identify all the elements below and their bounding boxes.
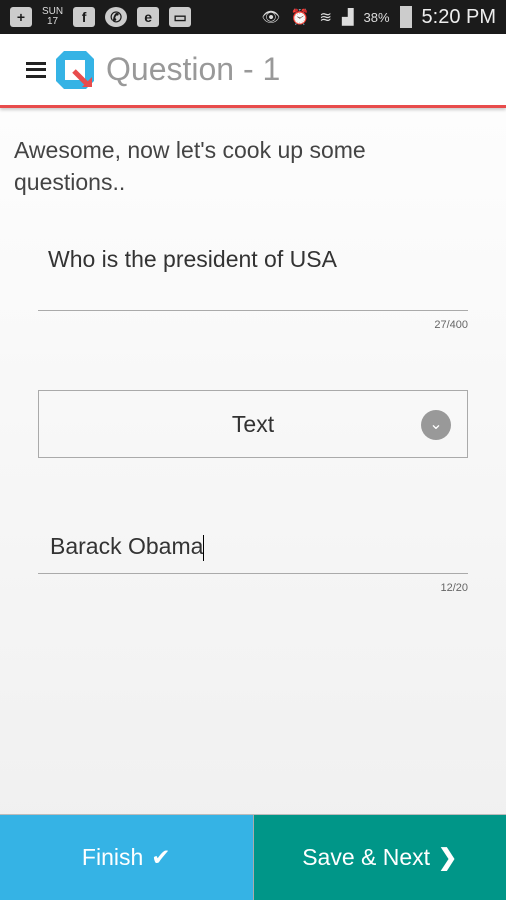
eye-icon: 👁 xyxy=(261,9,281,26)
question-counter: 27/400 xyxy=(434,319,468,331)
signal-icon: ▟ xyxy=(341,9,354,26)
save-next-button[interactable]: Save & Next ❯ xyxy=(253,815,506,900)
alarm-icon: ⏰ xyxy=(290,9,310,26)
calendar-date: SUN 17 xyxy=(42,7,63,27)
footer-buttons: Finish ✔ Save & Next ❯ xyxy=(0,814,506,900)
image-icon: ▭ xyxy=(169,7,192,27)
facebook-icon: f xyxy=(73,7,96,27)
chevron-down-icon: ⌄ xyxy=(421,410,451,440)
wifi-icon: ≋ xyxy=(319,9,332,26)
battery-icon xyxy=(399,6,412,28)
date-label: 17 xyxy=(47,16,59,27)
page-title: Question - 1 xyxy=(106,51,281,87)
evernote-icon: e xyxy=(137,7,160,27)
finish-button[interactable]: Finish ✔ xyxy=(0,815,254,900)
answer-input[interactable]: Barack Obama xyxy=(38,525,468,574)
whatsapp-icon: ✆ xyxy=(105,7,128,27)
intro-text: Awesome, now let's cook up some question… xyxy=(14,137,366,195)
check-icon: ✔ xyxy=(151,844,171,870)
add-icon: + xyxy=(10,7,32,27)
status-bar: + SUN 17 f ✆ e ▭ 👁 ⏰ ≋ ▟ 38% 5:20 PM xyxy=(0,0,506,34)
question-input[interactable]: Who is the president of USA xyxy=(38,240,468,311)
chevron-right-icon: ❯ xyxy=(438,844,458,870)
answer-type-select[interactable]: Text ⌄ xyxy=(38,390,468,458)
finish-label: Finish xyxy=(81,844,144,870)
battery-percent: 38% xyxy=(363,9,390,25)
answer-counter: 12/20 xyxy=(440,582,468,594)
next-label: Save & Next xyxy=(302,844,431,870)
clock: 5:20 PM xyxy=(421,5,496,28)
menu-icon[interactable] xyxy=(26,61,46,78)
answer-value: Barack Obama xyxy=(50,533,204,559)
select-value: Text xyxy=(231,410,275,437)
app-logo xyxy=(54,49,96,91)
text-cursor xyxy=(203,534,205,561)
app-bar: Question - 1 xyxy=(0,34,506,108)
